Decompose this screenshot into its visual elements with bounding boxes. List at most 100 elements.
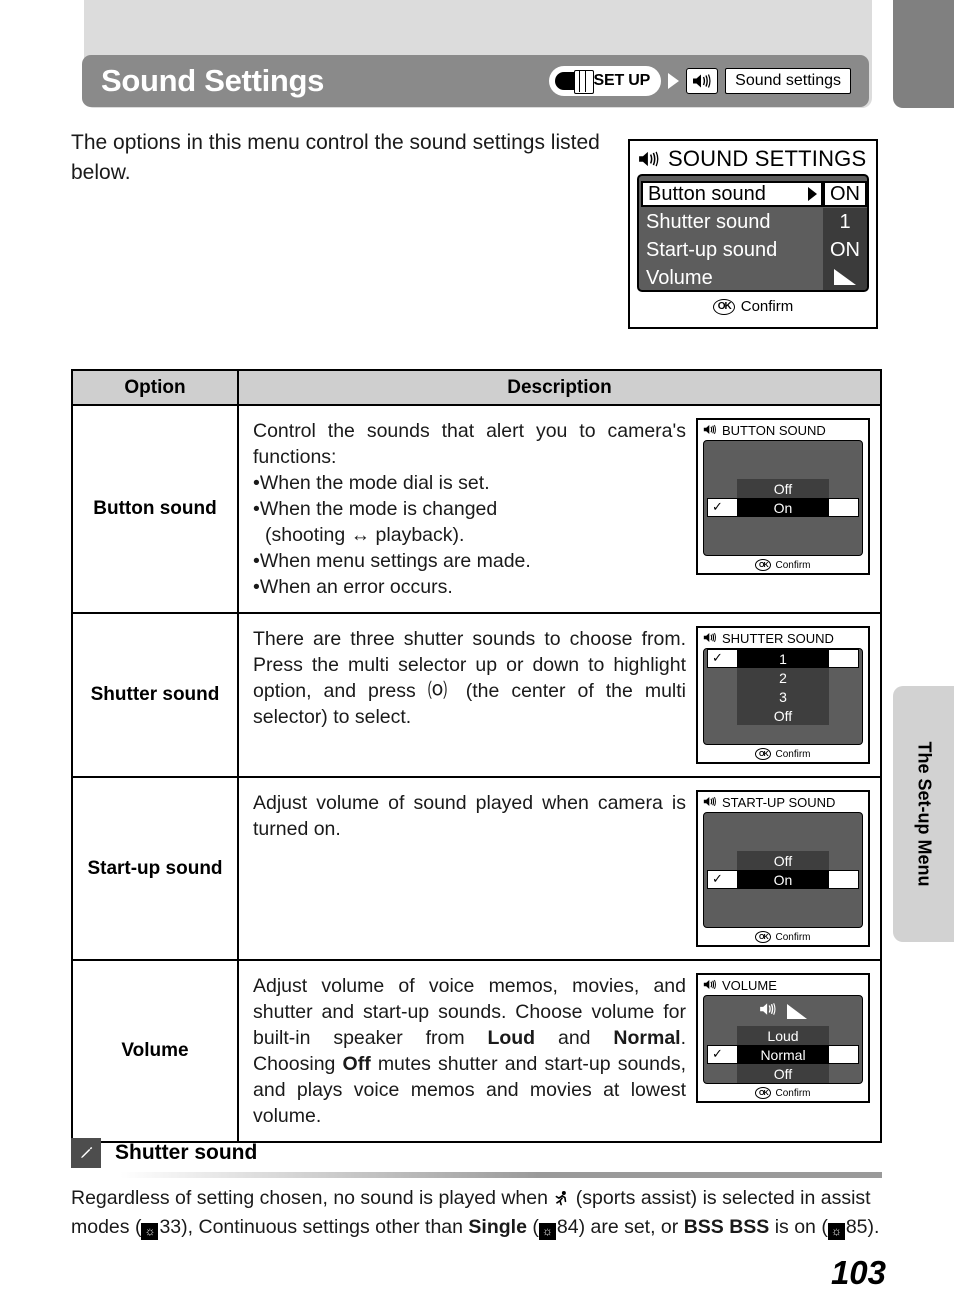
lcd-option-row[interactable]: Loud xyxy=(704,1026,862,1045)
breadcrumb-menu-label: Sound settings xyxy=(725,68,851,94)
note-header: Shutter sound xyxy=(71,1138,257,1168)
lcd-title-row: VOLUME xyxy=(698,975,868,995)
lcd-option-row[interactable]: ✓ 1 xyxy=(704,649,862,668)
chapter-side-tab: The Set-up Menu xyxy=(893,686,954,942)
lcd-footer-label: Confirm xyxy=(740,298,794,315)
lcd-option-row[interactable]: ✓ On xyxy=(704,498,862,517)
ok-button-icon: OK xyxy=(755,748,772,760)
lcd-menu-item[interactable]: Volume xyxy=(639,263,867,290)
lcd-blank-row xyxy=(704,517,862,536)
sports-assist-icon xyxy=(555,1191,567,1206)
lcd-option-label: Off xyxy=(737,851,829,870)
lcd-blank-row xyxy=(704,536,862,555)
chevron-right-icon xyxy=(668,73,680,89)
page-header-bar: Sound Settings SET UP Sound settings xyxy=(82,55,869,107)
lcd-option-label: Off xyxy=(737,1064,829,1083)
pencil-icon xyxy=(71,1138,101,1168)
lcd-menu-item[interactable]: Button sound ON xyxy=(639,180,867,208)
lcd-title-row: START-UP SOUND xyxy=(698,792,868,812)
lcd-title-row: SOUND SETTINGS xyxy=(630,141,876,174)
ok-button-icon: OK xyxy=(755,1087,772,1099)
lcd-option-row[interactable]: Off xyxy=(704,479,862,498)
table-row: Button sound Control the sounds that aler… xyxy=(71,404,882,614)
ok-button-icon: OK xyxy=(755,931,772,943)
lcd-footer: OK Confirm xyxy=(698,1084,868,1099)
check-icon: ✓ xyxy=(712,871,723,886)
lcd-footer-label: Confirm xyxy=(775,931,811,943)
note-title: Shutter sound xyxy=(115,1141,258,1164)
breadcrumb: SET UP Sound settings xyxy=(548,66,851,96)
lcd-blank-row xyxy=(704,889,862,908)
speaker-icon xyxy=(703,795,717,810)
lcd-footer: OK Confirm xyxy=(698,556,868,571)
table-row: Volume Adjust volume of voice memos, movi… xyxy=(71,959,882,1143)
setup-label: SET UP xyxy=(593,72,651,89)
option-lcd-screenshot: SHUTTER SOUND ✓ 1 2 3 Off OK Confirm xyxy=(696,626,870,764)
lcd-footer: OK Confirm xyxy=(698,928,868,943)
lcd-menu-item[interactable]: Start-up sound ON xyxy=(639,235,867,265)
lcd-footer: OK Confirm xyxy=(630,292,876,315)
lcd-option-label: 3 xyxy=(737,687,829,706)
lcd-blank-row xyxy=(704,832,862,851)
check-icon: ✓ xyxy=(712,650,723,665)
speaker-icon xyxy=(703,631,717,646)
lcd-option-row[interactable]: ✓ On xyxy=(704,870,862,889)
lcd-blank-row xyxy=(704,725,862,744)
lcd-menu-item[interactable]: Shutter sound 1 xyxy=(639,207,867,237)
note-ref-3: 85 xyxy=(845,1216,868,1238)
camera-ref-icon: ☼ xyxy=(827,1223,845,1240)
lcd-title: VOLUME xyxy=(722,978,777,993)
lcd-option-row[interactable]: 3 xyxy=(704,687,862,706)
note-ref-1: 33 xyxy=(159,1216,182,1238)
lcd-blank-row xyxy=(704,460,862,479)
speaker-icon xyxy=(686,68,719,94)
chevron-right-icon xyxy=(808,187,817,201)
lcd-title-row: SHUTTER SOUND xyxy=(698,628,868,648)
table-row: Shutter sound There are three shutter sou… xyxy=(71,612,882,778)
lcd-option-row[interactable]: Off xyxy=(704,851,862,870)
volume-level-icon xyxy=(834,268,856,285)
option-name-cell: Button sound xyxy=(71,404,239,614)
page-title: Sound Settings xyxy=(101,63,325,98)
lcd-menu-item-label: Shutter sound xyxy=(646,210,771,233)
volume-icons-row xyxy=(704,996,862,1026)
ok-button-icon: OK xyxy=(755,559,772,571)
ok-button-icon: OK xyxy=(712,298,735,315)
lcd-footer-label: Confirm xyxy=(775,748,811,760)
note-bold-single: Single xyxy=(468,1216,527,1238)
lcd-menu-panel: Loud ✓ Normal Off xyxy=(703,995,863,1084)
check-icon: ✓ xyxy=(712,499,723,514)
lcd-menu-item-selected: Button sound xyxy=(641,181,823,207)
table-row: Start-up sound Adjust volume of sound pla… xyxy=(71,776,882,961)
breadcrumb-setup-chip: SET UP xyxy=(548,66,662,96)
options-table: Option Description Button sound Control t… xyxy=(71,369,882,1143)
lcd-option-row[interactable]: Off xyxy=(704,706,862,725)
option-name-cell: Volume xyxy=(71,959,239,1143)
option-description-text: Control the sounds that alert you to cam… xyxy=(253,420,686,598)
option-description-cell: Adjust volume of voice memos, movies, an… xyxy=(237,959,882,1143)
page-number: 103 xyxy=(830,1254,886,1291)
lcd-option-row[interactable]: Off xyxy=(704,1064,862,1083)
lcd-option-label: Loud xyxy=(737,1026,829,1045)
speaker-icon xyxy=(703,423,717,438)
lcd-blank-row xyxy=(704,908,862,927)
lcd-menu-panel: ✓ 1 2 3 Off xyxy=(703,648,863,745)
option-description-text: Adjust volume of sound played when camer… xyxy=(253,792,686,840)
mode-dial-icon xyxy=(554,70,597,94)
lcd-option-row[interactable]: 2 xyxy=(704,668,862,687)
lcd-option-row[interactable]: ✓ Normal xyxy=(704,1045,862,1064)
table-header-row: Option Description xyxy=(71,369,882,406)
lcd-menu-item-label: Volume xyxy=(646,266,713,289)
lcd-option-label: 2 xyxy=(737,668,829,687)
lcd-option-label: Off xyxy=(737,479,829,498)
note-divider xyxy=(120,1172,882,1178)
option-lcd-screenshot: START-UP SOUND Off ✓ On OK Confirm xyxy=(696,790,870,947)
lcd-title: START-UP SOUND xyxy=(722,795,836,810)
option-name-cell: Start-up sound xyxy=(71,776,239,961)
option-lcd-screenshot: BUTTON SOUND Off ✓ On OK Confirm xyxy=(696,418,870,575)
lcd-option-label: Normal xyxy=(737,1045,829,1064)
column-header-description: Description xyxy=(237,369,882,406)
lcd-menu-item-value: ON xyxy=(823,235,867,265)
speaker-icon xyxy=(639,151,659,167)
note-text-a: Regardless of setting chosen, no sound i… xyxy=(71,1187,554,1209)
